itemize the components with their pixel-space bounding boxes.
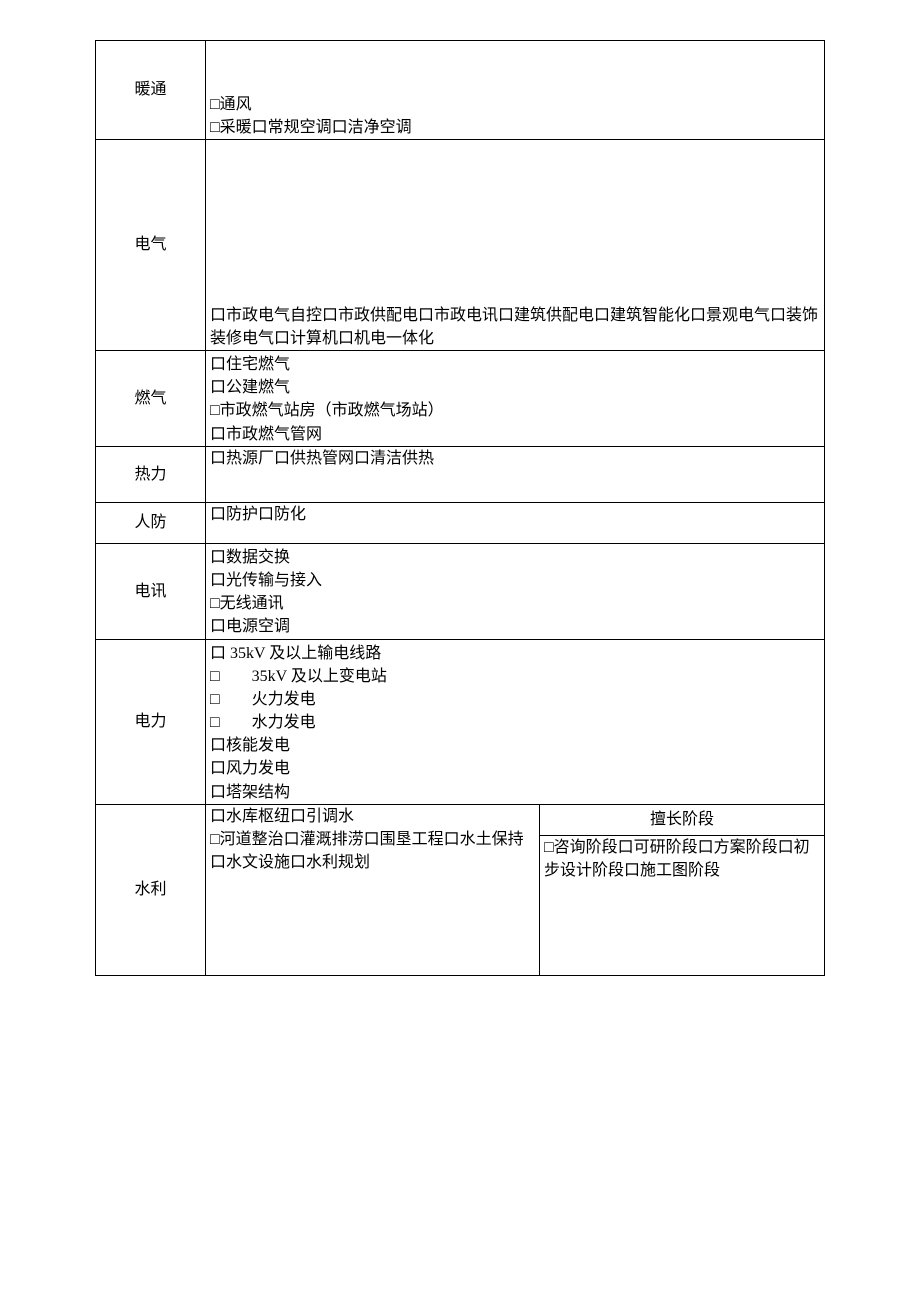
option-text: □市政燃气站房（市政燃气场站） <box>210 399 820 422</box>
label-text: 暖通 <box>134 81 166 98</box>
row-content-water-left: 口水库枢纽口引调水 □河道整治口灌溉排涝口围垦工程口水土保持口水文设施口水利规划 <box>206 804 540 975</box>
row-content-gas: 口住宅燃气 口公建燃气 □市政燃气站房（市政燃气场站） 口市政燃气管网 <box>206 351 825 447</box>
option-text: 口公建燃气 <box>210 376 820 399</box>
table-row: 电气 口市政电气自控口市政供配电口市政电讯口建筑供配电口建筑智能化口景观电气口装… <box>96 140 825 351</box>
row-content-telecom: 口数据交换 口光传输与接入 □无线通讯 口电源空调 <box>206 543 825 639</box>
table-row: 人防 口防护口防化 <box>96 502 825 543</box>
option-text: 口市政燃气管网 <box>210 423 820 446</box>
label-text: 水利 <box>134 881 166 898</box>
label-text: 电气 <box>134 236 166 253</box>
specialty-table: 暖通 □通风 □采暖口常规空调口洁净空调 电气 口市政电气自控口市政供配电口市政… <box>95 40 825 976</box>
option-text: 口水库枢纽口引调水 <box>210 805 535 828</box>
row-label-defense: 人防 <box>96 502 206 543</box>
option-text: □ 35kV 及以上变电站 <box>210 665 820 688</box>
row-content-hvac: □通风 □采暖口常规空调口洁净空调 <box>206 41 825 140</box>
row-label-telecom: 电讯 <box>96 543 206 639</box>
row-label-water: 水利 <box>96 804 206 975</box>
row-label-electrical: 电气 <box>96 140 206 351</box>
table-row: 燃气 口住宅燃气 口公建燃气 □市政燃气站房（市政燃气场站） 口市政燃气管网 <box>96 351 825 447</box>
option-text: □ 水力发电 <box>210 711 820 734</box>
table-row: 暖通 □通风 □采暖口常规空调口洁净空调 <box>96 41 825 140</box>
row-content-electrical: 口市政电气自控口市政供配电口市政电讯口建筑供配电口建筑智能化口景观电气口装饰装修… <box>206 140 825 351</box>
stage-header: 擅长阶段 <box>650 811 714 828</box>
row-content-power: 口 35kV 及以上输电线路 □ 35kV 及以上变电站 □ 火力发电 □ 水力… <box>206 639 825 804</box>
option-text: 口电源空调 <box>210 615 820 638</box>
table-row: 热力 口热源厂口供热管网口清洁供热 <box>96 446 825 502</box>
label-text: 热力 <box>134 466 166 483</box>
option-text: 口 35kV 及以上输电线路 <box>210 642 820 665</box>
option-text: □ 火力发电 <box>210 688 820 711</box>
option-text: 口住宅燃气 <box>210 353 820 376</box>
option-text: 口防护口防化 <box>210 503 820 526</box>
row-label-power: 电力 <box>96 639 206 804</box>
stage-header-cell: 擅长阶段 <box>539 804 824 835</box>
option-text: □河道整治口灌溉排涝口围垦工程口水土保持口水文设施口水利规划 <box>210 828 535 874</box>
document-page: 暖通 □通风 □采暖口常规空调口洁净空调 电气 口市政电气自控口市政供配电口市政… <box>0 0 920 1301</box>
label-text: 燃气 <box>134 390 166 407</box>
row-content-heat: 口热源厂口供热管网口清洁供热 <box>206 446 825 502</box>
option-text: 口塔架结构 <box>210 781 820 804</box>
label-text: 人防 <box>134 514 166 531</box>
table-row: 电讯 口数据交换 口光传输与接入 □无线通讯 口电源空调 <box>96 543 825 639</box>
row-label-hvac: 暖通 <box>96 41 206 140</box>
option-text: 口热源厂口供热管网口清洁供热 <box>210 447 820 470</box>
option-text: □通风 <box>210 93 820 116</box>
option-text: 口市政电气自控口市政供配电口市政电讯口建筑供配电口建筑智能化口景观电气口装饰装修… <box>210 304 820 350</box>
option-text: □无线通讯 <box>210 592 820 615</box>
option-text: 口数据交换 <box>210 546 820 569</box>
option-text: □采暖口常规空调口洁净空调 <box>210 116 820 139</box>
option-text: □咨询阶段口可研阶段口方案阶段口初步设计阶段口施工图阶段 <box>544 836 820 882</box>
label-text: 电讯 <box>134 583 166 600</box>
row-label-heat: 热力 <box>96 446 206 502</box>
option-text: 口风力发电 <box>210 757 820 780</box>
option-text: 口光传输与接入 <box>210 569 820 592</box>
table-row: 水利 口水库枢纽口引调水 □河道整治口灌溉排涝口围垦工程口水土保持口水文设施口水… <box>96 804 825 835</box>
label-text: 电力 <box>134 713 166 730</box>
row-label-gas: 燃气 <box>96 351 206 447</box>
stage-content-cell: □咨询阶段口可研阶段口方案阶段口初步设计阶段口施工图阶段 <box>539 835 824 975</box>
table-row: 电力 口 35kV 及以上输电线路 □ 35kV 及以上变电站 □ 火力发电 □… <box>96 639 825 804</box>
option-text: 口核能发电 <box>210 734 820 757</box>
row-content-defense: 口防护口防化 <box>206 502 825 543</box>
